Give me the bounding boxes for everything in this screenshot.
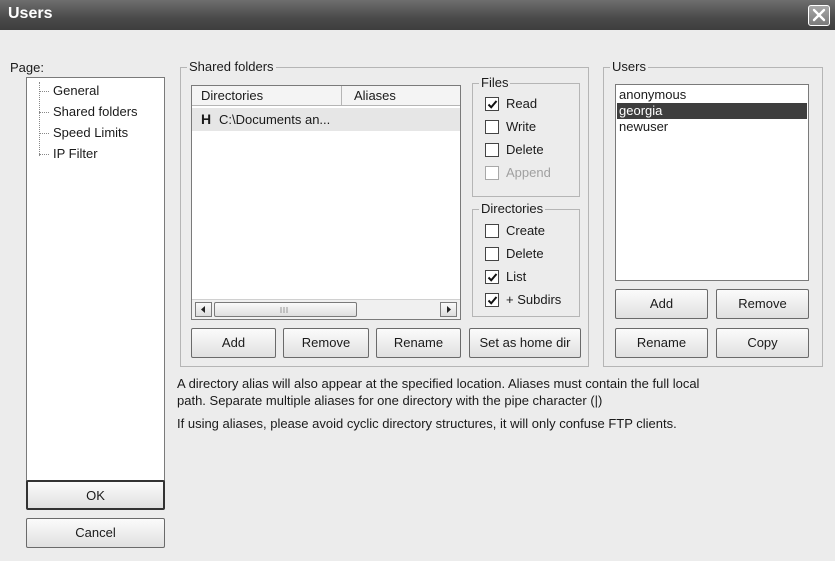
tree-branch (39, 154, 49, 155)
user-name: georgia (619, 103, 663, 118)
files-group-label: Files (479, 75, 511, 90)
users-group-label: Users (610, 59, 648, 74)
close-button[interactable] (808, 5, 830, 26)
tree-branch (39, 133, 49, 134)
file-delete-label: Delete (506, 142, 544, 157)
scroll-right-button[interactable] (440, 302, 457, 317)
user-name: anonymous (619, 87, 687, 102)
grip-icon (280, 307, 288, 313)
directory-path: C:\Documents an... (219, 112, 331, 127)
page-label: Page: (10, 60, 44, 75)
read-label: Read (506, 96, 538, 111)
scroll-left-button[interactable] (195, 302, 212, 317)
list-label: List (506, 269, 527, 284)
ok-button[interactable]: OK (26, 480, 165, 510)
directories-group-label: Directories (479, 201, 546, 216)
close-icon (812, 8, 826, 22)
checkmark-icon (487, 296, 498, 305)
tree-branch (39, 112, 49, 113)
cancel-button[interactable]: Cancel (26, 518, 165, 548)
write-checkbox[interactable] (485, 120, 499, 134)
column-header-aliases[interactable]: Aliases (342, 86, 460, 106)
dir-delete-label: Delete (506, 246, 544, 261)
home-dir-flag: H (201, 111, 212, 127)
column-header-aliases-label: Aliases (354, 88, 396, 103)
tree-item-shared-folders[interactable]: Shared folders (53, 104, 138, 119)
user-item-anonymous[interactable]: anonymous (617, 87, 807, 103)
create-checkbox[interactable] (485, 224, 499, 238)
tree-connector (39, 82, 40, 156)
users-list[interactable]: anonymous georgia newuser (615, 84, 809, 281)
append-label: Append (506, 165, 551, 180)
window-title: Users (8, 5, 53, 22)
read-checkbox[interactable] (485, 97, 499, 111)
file-delete-checkbox[interactable] (485, 143, 499, 157)
alias-info-line-2: path. Separate multiple aliases for one … (177, 393, 603, 408)
set-home-dir-button[interactable]: Set as home dir (469, 328, 581, 358)
tree-item-speed-limits[interactable]: Speed Limits (53, 125, 128, 140)
append-checkbox[interactable] (485, 166, 499, 180)
column-header-directories[interactable]: Directories (192, 86, 342, 106)
chevron-right-icon (447, 306, 451, 313)
user-add-button[interactable]: Add (615, 289, 708, 319)
folder-remove-button[interactable]: Remove (283, 328, 369, 358)
tree-item-ip-filter[interactable]: IP Filter (53, 146, 98, 161)
alias-info-line-1: A directory alias will also appear at th… (177, 376, 700, 391)
page-tree[interactable]: General Shared folders Speed Limits IP F… (26, 77, 165, 486)
create-label: Create (506, 223, 546, 238)
shared-folders-group-label: Shared folders (187, 59, 276, 74)
column-header-directories-label: Directories (201, 88, 264, 103)
scroll-thumb[interactable] (214, 302, 357, 317)
alias-info-line-3: If using aliases, please avoid cyclic di… (177, 416, 677, 431)
write-label: Write (506, 119, 537, 134)
horizontal-scrollbar[interactable] (192, 299, 460, 319)
tree-item-general[interactable]: General (53, 83, 99, 98)
user-remove-button[interactable]: Remove (716, 289, 809, 319)
dir-delete-checkbox[interactable] (485, 247, 499, 261)
chevron-left-icon (201, 306, 205, 313)
user-item-georgia[interactable]: georgia (617, 103, 807, 119)
checkmark-icon (487, 273, 498, 282)
user-item-newuser[interactable]: newuser (617, 119, 807, 135)
directories-list[interactable]: Directories Aliases H C:\Documents an... (191, 85, 461, 320)
subdirs-checkbox[interactable] (485, 293, 499, 307)
folder-rename-button[interactable]: Rename (376, 328, 461, 358)
checkmark-icon (487, 100, 498, 109)
list-checkbox[interactable] (485, 270, 499, 284)
title-bar[interactable]: Users (0, 0, 835, 30)
subdirs-label: + Subdirs (506, 292, 562, 307)
user-copy-button[interactable]: Copy (716, 328, 809, 358)
user-name: newuser (619, 119, 669, 134)
users-dialog: Users Page: General Shared folders Speed… (0, 0, 835, 561)
tree-branch (39, 91, 49, 92)
directory-row[interactable]: H C:\Documents an... (192, 108, 460, 131)
user-rename-button[interactable]: Rename (615, 328, 708, 358)
folder-add-button[interactable]: Add (191, 328, 276, 358)
